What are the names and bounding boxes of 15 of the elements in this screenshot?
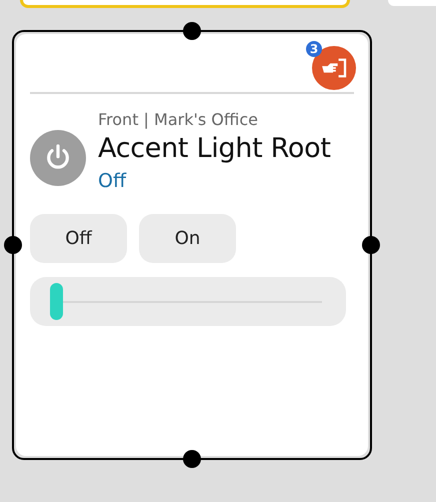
- resize-handle[interactable]: [183, 450, 201, 468]
- hand-pointing-door-icon: [320, 57, 348, 79]
- device-name: Accent Light Root: [98, 133, 331, 164]
- resize-handle[interactable]: [4, 236, 22, 254]
- device-status: Off: [98, 170, 126, 192]
- state-button[interactable]: On: [139, 214, 236, 263]
- state-button[interactable]: Off: [30, 214, 127, 263]
- action-button[interactable]: [312, 46, 356, 90]
- device-location: Front | Mark's Office: [98, 110, 258, 129]
- card-background: [388, 0, 436, 6]
- resize-handle[interactable]: [362, 236, 380, 254]
- resize-handle[interactable]: [183, 22, 201, 40]
- slider-thumb[interactable]: [50, 282, 63, 320]
- brightness-slider[interactable]: [30, 277, 346, 326]
- count-badge: 3: [306, 41, 322, 57]
